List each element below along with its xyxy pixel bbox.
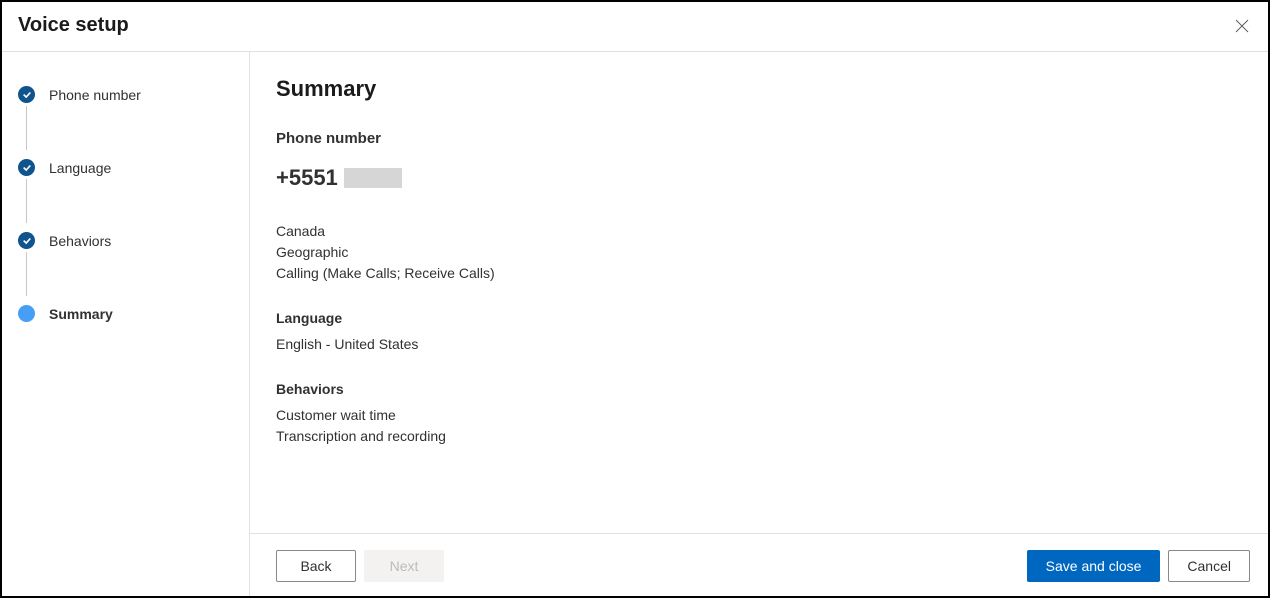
save-and-close-button[interactable]: Save and close <box>1027 550 1161 582</box>
summary-content: Summary Phone number +5551 Canada Geogra… <box>250 52 1268 533</box>
phone-capabilities: Calling (Make Calls; Receive Calls) <box>276 263 1242 284</box>
phone-number-redacted <box>344 168 402 188</box>
close-button[interactable] <box>1232 16 1252 36</box>
phone-number-value: +5551 <box>276 165 1242 191</box>
wizard-footer: Back Next Save and close Cancel <box>250 533 1268 596</box>
wizard-sidebar: Phone number Language Behaviors <box>2 52 250 596</box>
step-label: Phone number <box>49 87 141 103</box>
phone-number-label: Phone number <box>276 130 1242 147</box>
step-label: Language <box>49 160 111 176</box>
checkmark-icon <box>18 159 35 176</box>
phone-number-prefix: +5551 <box>276 165 338 191</box>
checkmark-icon <box>18 86 35 103</box>
step-language[interactable]: Language <box>18 153 233 182</box>
page-heading: Summary <box>276 76 1242 102</box>
step-label: Behaviors <box>49 233 111 249</box>
footer-right: Save and close Cancel <box>1027 550 1250 582</box>
step-phone-number[interactable]: Phone number <box>18 80 233 109</box>
step-behaviors[interactable]: Behaviors <box>18 226 233 255</box>
step-list: Phone number Language Behaviors <box>18 80 233 328</box>
phone-country: Canada <box>276 221 1242 242</box>
language-label: Language <box>276 310 1242 326</box>
behavior-item: Customer wait time <box>276 405 1242 426</box>
back-button[interactable]: Back <box>276 550 356 582</box>
behaviors-label: Behaviors <box>276 381 1242 397</box>
step-label: Summary <box>49 306 113 322</box>
dialog-title: Voice setup <box>18 14 129 37</box>
language-value: English - United States <box>276 334 1242 355</box>
checkmark-icon <box>18 232 35 249</box>
step-summary[interactable]: Summary <box>18 299 233 328</box>
dialog-body: Phone number Language Behaviors <box>2 52 1268 596</box>
next-button: Next <box>364 550 444 582</box>
close-icon <box>1235 19 1249 33</box>
cancel-button[interactable]: Cancel <box>1168 550 1250 582</box>
behavior-item: Transcription and recording <box>276 426 1242 447</box>
voice-setup-dialog: Voice setup Phone number <box>0 0 1270 598</box>
current-step-icon <box>18 305 35 322</box>
footer-left: Back Next <box>276 550 444 582</box>
titlebar: Voice setup <box>2 2 1268 52</box>
content-wrap: Summary Phone number +5551 Canada Geogra… <box>250 52 1268 596</box>
phone-type: Geographic <box>276 242 1242 263</box>
